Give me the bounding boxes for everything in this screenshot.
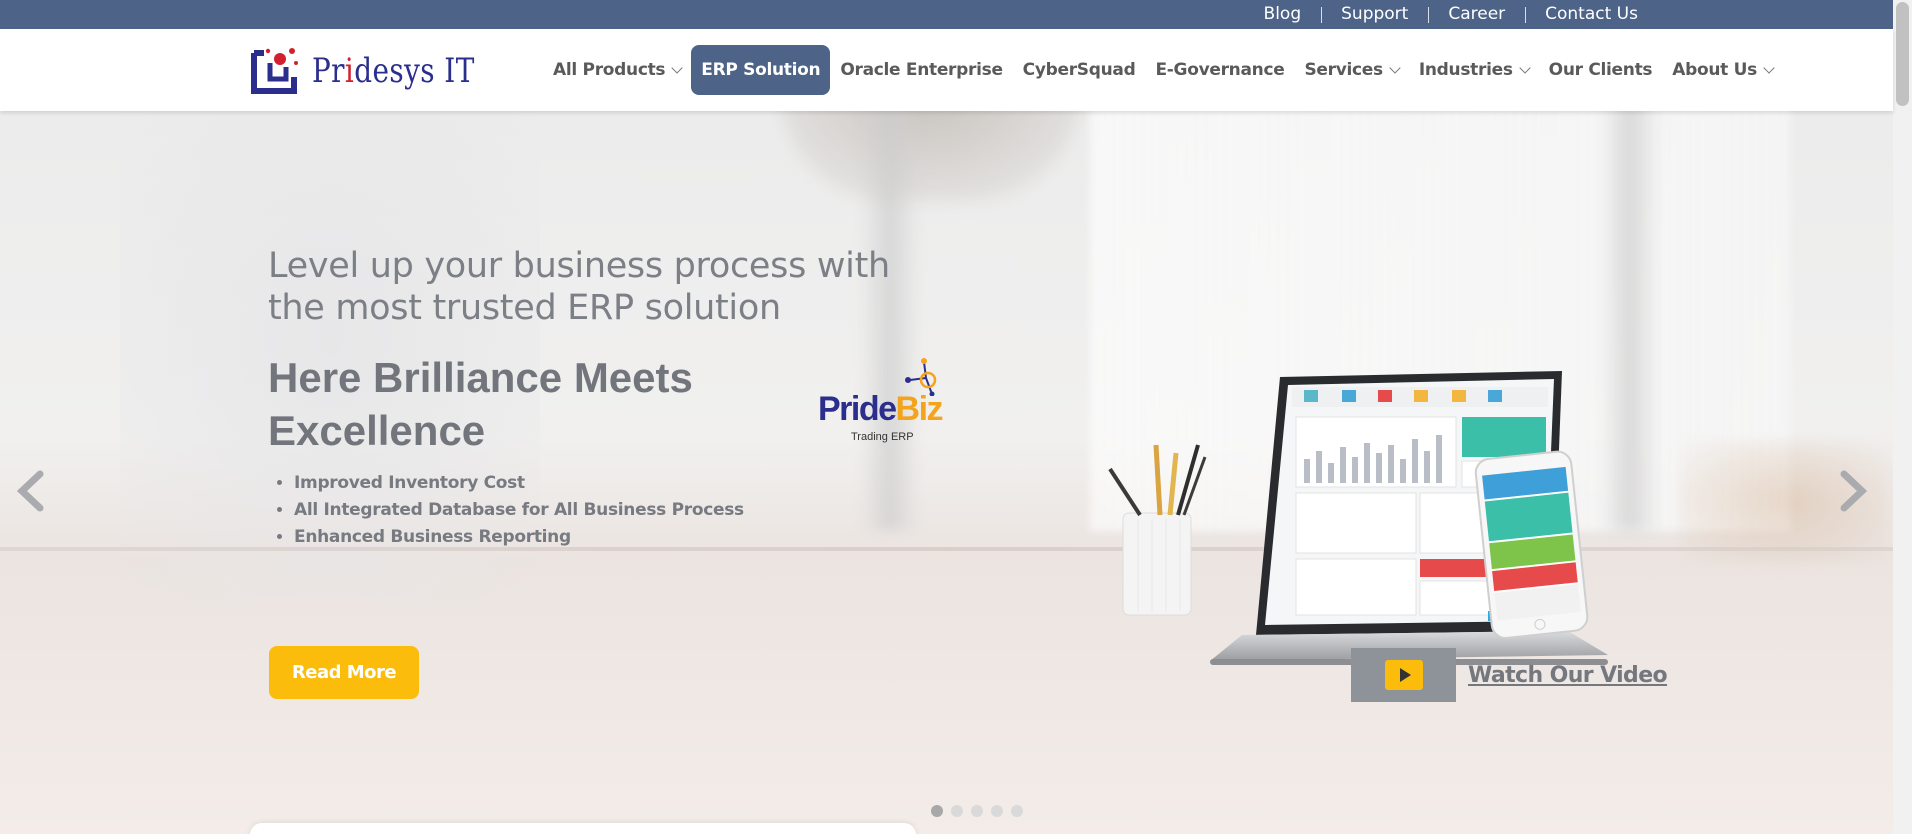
nav-about-us[interactable]: About Us (1662, 45, 1783, 95)
logo-wordmark: Pridesys IT (312, 51, 475, 91)
top-utility-bar: Blog Support Career Contact Us (0, 0, 1893, 29)
slide-dot-1[interactable] (931, 805, 943, 817)
chevron-down-icon (1519, 62, 1531, 74)
blog-link[interactable]: Blog (1244, 0, 1322, 29)
chevron-down-icon (1763, 62, 1775, 74)
nav-our-clients[interactable]: Our Clients (1539, 45, 1663, 95)
pridebiz-wordmark: PrideBiz (818, 390, 944, 428)
watch-video-link[interactable]: Watch Our Video (1468, 663, 1668, 688)
play-video-button[interactable] (1351, 648, 1456, 702)
list-item: Improved Inventory Cost (294, 470, 744, 497)
play-icon (1385, 660, 1423, 690)
chevron-down-icon (671, 62, 683, 74)
chevron-down-icon (1389, 62, 1401, 74)
slide-dot-5[interactable] (1011, 805, 1023, 817)
background-lamp (780, 111, 1080, 201)
chevron-right-icon[interactable] (1836, 466, 1870, 516)
top-links: Blog Support Career Contact Us (1244, 0, 1638, 29)
read-more-button[interactable]: Read More (269, 646, 419, 699)
logo-mark-icon (250, 45, 304, 97)
hero-headline: Here Brilliance Meets Excellence (268, 354, 693, 454)
pridebiz-subtitle: Trading ERP (851, 431, 914, 443)
chevron-left-icon[interactable] (14, 466, 48, 516)
slider-pagination (931, 805, 1023, 817)
main-header: Pridesys IT All Products ERP Solution Or… (0, 29, 1893, 111)
nav-services[interactable]: Services (1294, 45, 1408, 95)
slide-dot-2[interactable] (951, 805, 963, 817)
laptop-phone-illustration (1108, 371, 1608, 665)
scrollbar-thumb[interactable] (1896, 2, 1909, 106)
nav-erp-solution[interactable]: ERP Solution (691, 45, 831, 95)
main-nav: All Products ERP Solution Oracle Enterpr… (543, 45, 1783, 95)
slide-dot-3[interactable] (971, 805, 983, 817)
nav-cybersquad[interactable]: CyberSquad (1013, 45, 1146, 95)
nav-e-governance[interactable]: E-Governance (1145, 45, 1294, 95)
nav-oracle-enterprise[interactable]: Oracle Enterprise (830, 45, 1012, 95)
page-scrollbar[interactable] (1893, 0, 1912, 834)
pridebiz-logo: PrideBiz Trading ERP (816, 356, 946, 446)
list-item: Enhanced Business Reporting (294, 524, 744, 551)
nav-industries[interactable]: Industries (1409, 45, 1539, 95)
content-card-peek (250, 823, 916, 834)
hero-slider: Level up your business process with the … (0, 111, 1893, 834)
contact-us-link[interactable]: Contact Us (1525, 0, 1638, 29)
nav-all-products[interactable]: All Products (543, 45, 691, 95)
hero-tagline: Level up your business process with the … (268, 246, 890, 328)
list-item: All Integrated Database for All Business… (294, 497, 744, 524)
support-link[interactable]: Support (1321, 0, 1428, 29)
career-link[interactable]: Career (1428, 0, 1525, 29)
feature-list: Improved Inventory Cost All Integrated D… (294, 470, 744, 551)
site-logo[interactable]: Pridesys IT (250, 45, 510, 97)
slide-dot-4[interactable] (991, 805, 1003, 817)
